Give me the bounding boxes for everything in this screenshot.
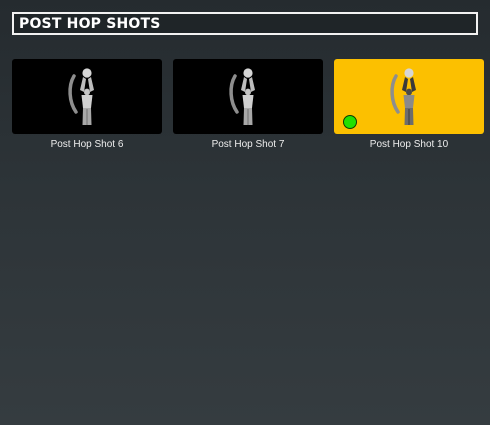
animation-thumbnail	[173, 59, 323, 134]
player-shooting-icon	[68, 67, 94, 125]
section-title: POST HOP SHOTS	[19, 15, 161, 32]
player-shooting-icon	[229, 67, 255, 125]
player-shooting-icon	[390, 67, 416, 125]
equipped-indicator-icon	[343, 115, 357, 129]
animation-card-post-hop-shot-6[interactable]: Post Hop Shot 6	[12, 59, 162, 150]
animation-card-label: Post Hop Shot 6	[50, 139, 124, 150]
animation-thumbnail	[12, 59, 162, 134]
animation-card-post-hop-shot-7[interactable]: Post Hop Shot 7	[173, 59, 323, 150]
animation-card-label: Post Hop Shot 10	[369, 139, 449, 150]
animation-card-post-hop-shot-10[interactable]: Post Hop Shot 10	[334, 59, 484, 150]
animation-grid: Post Hop Shot 6 Post Hop Shot 7 Post Hop…	[12, 59, 484, 150]
animation-thumbnail-selected	[334, 59, 484, 134]
animation-card-label: Post Hop Shot 7	[211, 139, 285, 150]
section-header: POST HOP SHOTS	[12, 12, 478, 35]
